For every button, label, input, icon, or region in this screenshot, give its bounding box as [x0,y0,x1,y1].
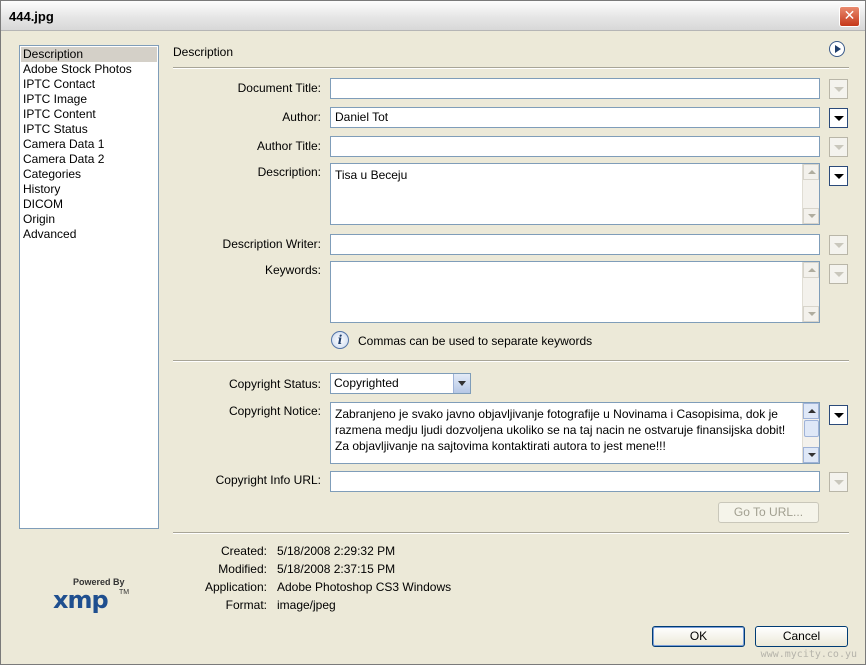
scroll-thumb[interactable] [804,420,819,437]
author-menu-icon[interactable] [829,108,848,128]
document-title-menu-icon[interactable] [829,79,848,99]
category-item-categories[interactable]: Categories [21,167,157,182]
scroll-up-icon[interactable] [803,164,819,180]
description-textarea[interactable]: Tisa u Beceju [330,163,820,225]
scroll-down-icon[interactable] [803,208,819,224]
category-item-adobe-stock-photos[interactable]: Adobe Stock Photos [21,62,157,77]
author-title-input[interactable] [330,136,820,157]
keywords-menu-icon[interactable] [829,264,848,284]
copyright-notice-label: Copyright Notice: [228,404,321,418]
copyright-notice-text: Zabranjeno je svako javno objavljivanje … [335,407,786,453]
title-bar[interactable]: 444.jpg ✕ [1,1,865,31]
format-label: Format: [225,598,267,612]
category-item-camera-data-1[interactable]: Camera Data 1 [21,137,157,152]
document-title-input[interactable] [330,78,820,99]
category-item-history[interactable]: History [21,182,157,197]
cancel-button[interactable]: Cancel [755,626,848,647]
author-label: Author: [282,110,321,124]
info-icon: i [331,331,349,349]
description-scrollbar[interactable] [802,164,819,224]
application-value: Adobe Photoshop CS3 Windows [277,580,452,594]
category-item-iptc-contact[interactable]: IPTC Contact [21,77,157,92]
category-item-camera-data-2[interactable]: Camera Data 2 [21,152,157,167]
panel-menu-icon[interactable] [829,41,845,57]
xmp-trademark: TM [119,589,130,596]
category-item-advanced[interactable]: Advanced [21,227,157,242]
keywords-scrollbar[interactable] [802,262,819,322]
copyright-notice-menu-icon[interactable] [829,405,848,425]
category-item-origin[interactable]: Origin [21,212,157,227]
ok-button[interactable]: OK [652,626,745,647]
created-value: 5/18/2008 2:29:32 PM [277,544,396,558]
dialog-body: Description Adobe Stock Photos IPTC Cont… [1,32,865,664]
format-value: image/jpeg [277,598,336,612]
watermark: www.mycity.co.yu [760,649,857,660]
copyright-url-label: Copyright Info URL: [215,473,321,487]
category-item-iptc-content[interactable]: IPTC Content [21,107,157,122]
divider-top [173,67,849,69]
description-writer-label: Description Writer: [222,237,321,251]
description-menu-icon[interactable] [829,166,848,186]
created-label: Created: [220,544,267,558]
copyright-notice-scrollbar[interactable] [802,403,819,463]
copyright-url-input[interactable] [330,471,820,492]
modified-value: 5/18/2008 2:37:15 PM [277,562,396,576]
chevron-down-icon[interactable] [453,374,470,393]
scroll-down-icon[interactable] [803,447,819,463]
divider-middle [173,360,849,362]
panel-title: Description [173,45,234,59]
category-item-dicom[interactable]: DICOM [21,197,157,212]
keywords-hint: Commas can be used to separate keywords [358,334,593,348]
scroll-up-icon[interactable] [803,403,819,419]
category-list[interactable]: Description Adobe Stock Photos IPTC Cont… [19,45,159,529]
keywords-textarea[interactable] [330,261,820,323]
description-writer-input[interactable] [330,234,820,255]
copyright-status-label: Copyright Status: [228,377,321,391]
scroll-down-icon[interactable] [803,306,819,322]
author-input[interactable]: Daniel Tot [330,107,820,128]
category-item-iptc-image[interactable]: IPTC Image [21,92,157,107]
scroll-up-icon[interactable] [803,262,819,278]
xmp-wordmark: xmp [53,586,109,614]
divider-bottom [173,532,849,534]
modified-label: Modified: [218,562,267,576]
description-writer-menu-icon[interactable] [829,235,848,255]
copyright-url-menu-icon[interactable] [829,472,848,492]
go-to-url-button[interactable]: Go To URL... [718,502,819,523]
xmp-file-info-dialog: 444.jpg ✕ Description Adobe Stock Photos… [0,0,866,665]
application-label: Application: [204,580,267,594]
author-title-label: Author Title: [256,139,321,153]
category-item-description[interactable]: Description [21,47,157,62]
keywords-label: Keywords: [264,263,321,277]
description-text: Tisa u Beceju [335,168,408,182]
xmp-logo: Powered By xmp TM [53,577,133,617]
copyright-notice-textarea[interactable]: Zabranjeno je svako javno objavljivanje … [330,402,820,464]
copyright-status-select[interactable]: Copyrighted [330,373,471,394]
description-label: Description: [257,165,321,179]
author-title-menu-icon[interactable] [829,137,848,157]
window-title: 444.jpg [9,9,54,24]
document-title-label: Document Title: [237,81,321,95]
close-button[interactable]: ✕ [839,6,860,27]
category-item-iptc-status[interactable]: IPTC Status [21,122,157,137]
copyright-status-value: Copyrighted [334,376,399,390]
